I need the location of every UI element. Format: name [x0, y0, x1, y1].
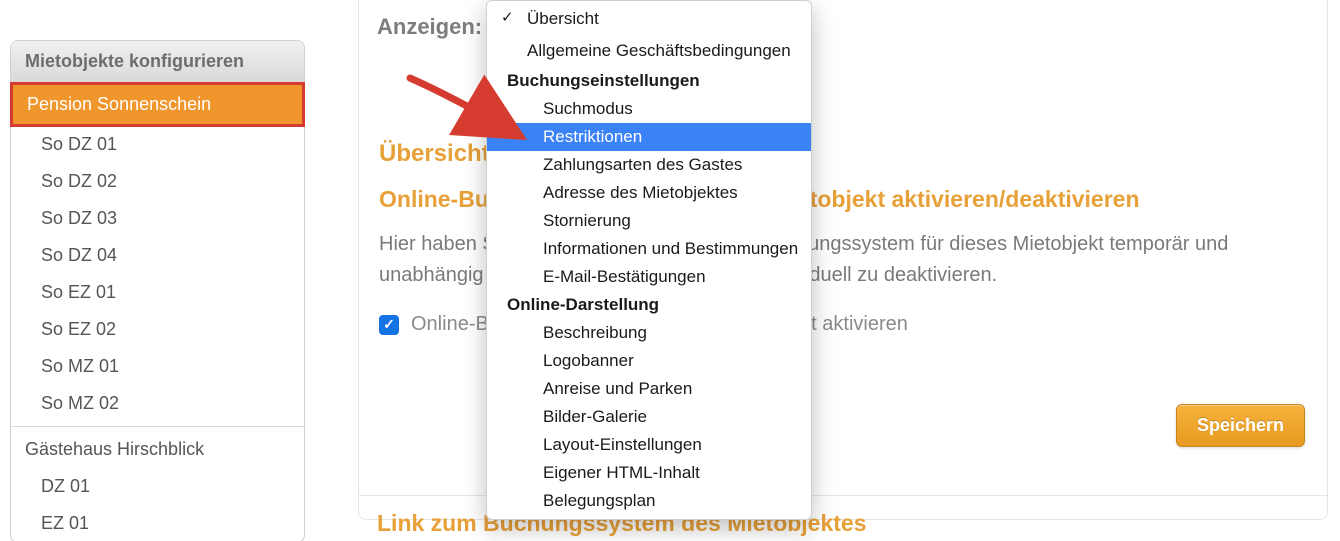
- dropdown-item-stornierung[interactable]: Stornierung: [487, 207, 811, 235]
- sidebar-item-so-dz-01[interactable]: So DZ 01: [11, 126, 304, 163]
- dropdown-item-layout[interactable]: Layout-Einstellungen: [487, 431, 811, 459]
- dropdown-item-bilder[interactable]: Bilder-Galerie: [487, 403, 811, 431]
- dropdown-item-html[interactable]: Eigener HTML-Inhalt: [487, 459, 811, 487]
- dropdown-group-online: Online-Darstellung: [487, 291, 811, 319]
- dropdown-item-beschreibung[interactable]: Beschreibung: [487, 319, 811, 347]
- sidebar-item-so-dz-03[interactable]: So DZ 03: [11, 200, 304, 237]
- sidebar-item-so-dz-04[interactable]: So DZ 04: [11, 237, 304, 274]
- dropdown-item-restriktionen[interactable]: Restriktionen: [487, 123, 811, 151]
- dropdown-item-belegung[interactable]: Belegungsplan: [487, 487, 811, 515]
- dropdown-item-anreise[interactable]: Anreise und Parken: [487, 375, 811, 403]
- anzeigen-label: Anzeigen:: [377, 14, 482, 40]
- dropdown-item-zahlungsarten[interactable]: Zahlungsarten des Gastes: [487, 151, 811, 179]
- dropdown-item-info[interactable]: Informationen und Bestimmungen: [487, 235, 811, 263]
- anzeigen-dropdown[interactable]: Übersicht Allgemeine Geschäftsbedingunge…: [486, 0, 812, 520]
- save-button[interactable]: Speichern: [1176, 404, 1305, 447]
- sidebar-item-gaestehaus[interactable]: Gästehaus Hirschblick: [11, 431, 304, 468]
- sidebar-item-dz-01[interactable]: DZ 01: [11, 468, 304, 505]
- sidebar-item-so-ez-02[interactable]: So EZ 02: [11, 311, 304, 348]
- dropdown-item-agb[interactable]: Allgemeine Geschäftsbedingungen: [487, 35, 811, 67]
- dropdown-item-uebersicht[interactable]: Übersicht: [487, 3, 811, 35]
- dropdown-item-logobanner[interactable]: Logobanner: [487, 347, 811, 375]
- sidebar-item-so-ez-01[interactable]: So EZ 01: [11, 274, 304, 311]
- sidebar-item-so-dz-02[interactable]: So DZ 02: [11, 163, 304, 200]
- dropdown-group-buchung: Buchungseinstellungen: [487, 67, 811, 95]
- dropdown-item-adresse[interactable]: Adresse des Mietobjektes: [487, 179, 811, 207]
- dropdown-item-suchmodus[interactable]: Suchmodus: [487, 95, 811, 123]
- sidebar-item-so-mz-01[interactable]: So MZ 01: [11, 348, 304, 385]
- sidebar: Mietobjekte konfigurieren Pension Sonnen…: [10, 40, 305, 541]
- sidebar-item-pension-sonnenschein[interactable]: Pension Sonnenschein: [10, 82, 305, 127]
- sidebar-item-so-mz-02[interactable]: So MZ 02: [11, 385, 304, 422]
- sidebar-header: Mietobjekte konfigurieren: [11, 41, 304, 83]
- sidebar-item-ez-01[interactable]: EZ 01: [11, 505, 304, 541]
- sidebar-divider: [11, 426, 304, 427]
- activate-checkbox[interactable]: ✓: [379, 315, 399, 335]
- dropdown-item-ics[interactable]: ics-Feed: [487, 515, 811, 520]
- dropdown-item-email[interactable]: E-Mail-Bestätigungen: [487, 263, 811, 291]
